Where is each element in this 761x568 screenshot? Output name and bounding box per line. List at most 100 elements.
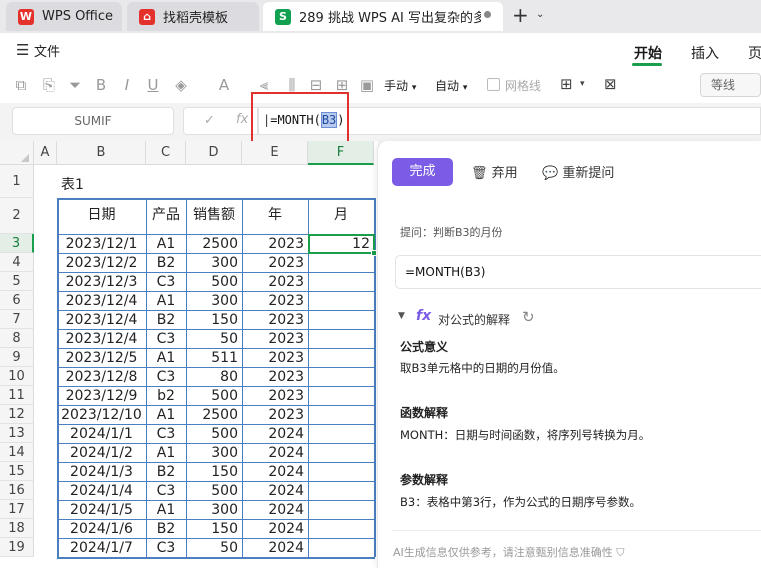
row-header-13[interactable]: 13 <box>0 424 34 443</box>
table-cell[interactable]: 2024 <box>242 444 308 463</box>
table-header-cell[interactable]: 销售额 <box>186 206 242 225</box>
discard-button[interactable]: 🗑 弃用 <box>471 162 518 181</box>
unsaved-dot-icon[interactable] <box>484 11 491 18</box>
number-format-icon[interactable]: ▣ <box>358 76 376 94</box>
table-cell[interactable]: A1 <box>146 406 186 425</box>
row-header-7[interactable]: 7 <box>0 310 34 329</box>
fill-color-icon[interactable]: ◈ <box>172 76 190 94</box>
column-header-a[interactable]: A <box>34 141 57 165</box>
table-header-cell[interactable]: 日期 <box>57 206 146 225</box>
column-header-c[interactable]: C <box>146 141 186 165</box>
row-header-16[interactable]: 16 <box>0 481 34 500</box>
table-cell[interactable]: 2023/12/4 <box>57 330 146 349</box>
table-cell[interactable]: 511 <box>186 349 242 368</box>
table-cell[interactable]: 80 <box>186 368 242 387</box>
chevron-down-icon[interactable]: ▾ <box>580 79 585 89</box>
table-cell[interactable]: A1 <box>146 292 186 311</box>
collapse-triangle-icon[interactable]: ▼ <box>398 311 405 321</box>
name-box[interactable]: SUMIF <box>12 107 174 135</box>
table-cell[interactable]: 2023 <box>242 406 308 425</box>
row-header-15[interactable]: 15 <box>0 462 34 481</box>
table-cell[interactable]: 2024/1/1 <box>57 425 146 444</box>
row-header-12[interactable]: 12 <box>0 405 34 424</box>
ribbon-tab-page[interactable]: 页 <box>748 43 761 63</box>
row-header-9[interactable]: 9 <box>0 348 34 367</box>
manual-calc-dropdown[interactable]: 手动 ▾ <box>384 77 416 94</box>
table-cell[interactable]: C3 <box>146 539 186 558</box>
table-header-cell[interactable]: 产品 <box>146 206 186 225</box>
row-header-3[interactable]: 3 <box>0 234 34 253</box>
reask-button[interactable]: 💬 重新提问 <box>542 162 614 181</box>
table-cell[interactable]: 2023/12/1 <box>57 235 146 254</box>
row-header-17[interactable]: 17 <box>0 500 34 519</box>
table-cell[interactable]: 50 <box>186 539 242 558</box>
confirm-check-icon[interactable]: ✓ <box>204 113 215 128</box>
hamburger-menu-icon[interactable]: ☰ <box>16 41 29 59</box>
new-tab-plus-icon[interactable]: + <box>512 5 529 25</box>
row-header-19[interactable]: 19 <box>0 538 34 557</box>
table-cell[interactable]: 2500 <box>186 235 242 254</box>
table-cell[interactable]: C3 <box>146 330 186 349</box>
table-cell[interactable]: 2024 <box>242 501 308 520</box>
bold-icon[interactable]: B <box>92 76 110 94</box>
table-cell[interactable]: 2023 <box>242 311 308 330</box>
format-painter-icon[interactable]: ⧉ <box>12 76 30 94</box>
table-cell[interactable]: 300 <box>186 501 242 520</box>
column-header-f[interactable]: F <box>308 141 374 165</box>
table-cell[interactable]: 2023/12/4 <box>57 292 146 311</box>
table-cell[interactable]: 2024/1/4 <box>57 482 146 501</box>
column-header-b[interactable]: B <box>57 141 146 165</box>
table-cell[interactable]: 150 <box>186 311 242 330</box>
table-cell[interactable]: 2024 <box>242 463 308 482</box>
table-cell[interactable]: 2024 <box>242 520 308 539</box>
borders-icon[interactable]: ⊞ <box>560 75 573 93</box>
table-cell[interactable]: 300 <box>186 292 242 311</box>
table-cell[interactable]: B2 <box>146 311 186 330</box>
table-cell[interactable]: C3 <box>146 425 186 444</box>
table-cell[interactable]: 2023 <box>242 387 308 406</box>
table-cell[interactable]: 2023/12/3 <box>57 273 146 292</box>
table-cell[interactable]: 2024/1/5 <box>57 501 146 520</box>
table-cell[interactable]: 2023 <box>242 273 308 292</box>
table-cell[interactable]: 2023 <box>242 349 308 368</box>
italic-icon[interactable]: I <box>118 76 136 94</box>
table-cell[interactable]: 2023 <box>242 235 308 254</box>
table-cell[interactable]: 500 <box>186 273 242 292</box>
table-header-cell[interactable]: 年 <box>242 206 308 225</box>
table-cell[interactable]: 500 <box>186 387 242 406</box>
line-style-dropdown[interactable]: 等线 <box>700 73 761 97</box>
row-header-14[interactable]: 14 <box>0 443 34 462</box>
table-cell[interactable]: 2023 <box>242 292 308 311</box>
row-header-18[interactable]: 18 <box>0 519 34 538</box>
table-cell[interactable]: 2023/12/10 <box>57 406 146 425</box>
table-cell[interactable]: A1 <box>146 349 186 368</box>
row-header-10[interactable]: 10 <box>0 367 34 386</box>
column-header-d[interactable]: D <box>186 141 242 165</box>
column-header-e[interactable]: E <box>242 141 308 165</box>
ribbon-tab-insert[interactable]: 插入 <box>691 43 719 63</box>
table-cell[interactable]: 150 <box>186 520 242 539</box>
refresh-icon[interactable]: ↻ <box>522 308 535 326</box>
done-button[interactable]: 完成 <box>392 158 453 186</box>
table-cell[interactable]: 2024 <box>242 482 308 501</box>
table-cell[interactable]: 2024 <box>242 539 308 558</box>
row-header-8[interactable]: 8 <box>0 329 34 348</box>
table-cell[interactable]: 2023/12/2 <box>57 254 146 273</box>
table-cell[interactable]: 2024/1/3 <box>57 463 146 482</box>
table-cell[interactable]: B2 <box>146 463 186 482</box>
tab-docer-templates[interactable]: ⌂ 找稻壳模板 <box>127 2 259 31</box>
tab-wps-office[interactable]: W WPS Office <box>6 2 122 31</box>
row-header-1[interactable]: 1 <box>0 165 34 198</box>
file-menu[interactable]: 文件 <box>34 41 60 60</box>
table-cell[interactable]: A1 <box>146 501 186 520</box>
table-cell[interactable]: 2023 <box>242 368 308 387</box>
active-cell-f3[interactable] <box>308 234 375 254</box>
row-header-6[interactable]: 6 <box>0 291 34 310</box>
table-cell[interactable]: 2500 <box>186 406 242 425</box>
table-cell[interactable]: C3 <box>146 482 186 501</box>
table-cell[interactable]: 50 <box>186 330 242 349</box>
spreadsheet-grid[interactable]: A B C D E F 1 2 3 4 5 6 7 8 9 10 11 12 13 14 15 16 17 18 19 表1 日期产… <box>0 141 378 568</box>
table-cell[interactable]: 150 <box>186 463 242 482</box>
tab-list-chevron-down-icon[interactable]: ⌄ <box>536 9 544 20</box>
tab-spreadsheet[interactable]: S 289 挑战 WPS AI 写出复杂的多层 <box>263 2 503 31</box>
